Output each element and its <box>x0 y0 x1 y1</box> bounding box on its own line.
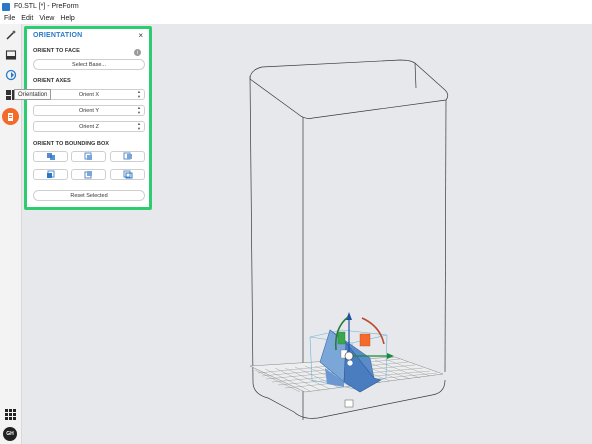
bbox-orient-button[interactable] <box>71 169 106 180</box>
stepper-arrows-icon[interactable]: ▲ ▼ <box>137 121 141 131</box>
print-alert-icon[interactable] <box>2 108 19 125</box>
panel-title: ORIENTATION <box>33 32 83 39</box>
cube-icon <box>84 171 92 179</box>
menu-view[interactable]: View <box>39 15 54 22</box>
bbox-orient-button[interactable] <box>33 169 68 180</box>
rotation-gizmo[interactable] <box>334 312 394 361</box>
orient-to-face-title: ORIENT TO FACE <box>33 48 80 54</box>
user-avatar[interactable]: GH <box>3 427 17 441</box>
orient-z-stepper[interactable]: Orient Z ▲ ▼ <box>33 121 145 132</box>
cube-icon <box>84 152 92 160</box>
menu-file[interactable]: File <box>4 15 15 22</box>
cube-icon <box>46 153 55 160</box>
orient-z-label: Orient Z <box>79 123 99 130</box>
menu-bar: File Edit View Help <box>0 13 592 24</box>
orient-x-label: Orient X <box>78 91 100 98</box>
bounding-box-title: ORIENT TO BOUNDING BOX <box>33 141 110 147</box>
bbox-orient-button[interactable] <box>33 151 68 162</box>
orientation-tooltip: Orientation <box>14 89 52 100</box>
orient-y-stepper[interactable]: Orient Y ▲ ▼ <box>33 105 145 116</box>
bbox-orient-button[interactable] <box>110 151 145 162</box>
cube-icon <box>123 152 132 160</box>
orient-axes-title: ORIENT AXES <box>33 78 71 84</box>
bbox-orient-button[interactable] <box>71 151 106 162</box>
orientation-panel: ORIENTATION × ORIENT TO FACE i Select Ba… <box>24 26 152 210</box>
close-icon[interactable]: × <box>138 31 143 40</box>
cube-icon <box>46 170 54 178</box>
stepper-arrows-icon[interactable]: ▲ ▼ <box>137 105 141 115</box>
title-bar: F0.STL [*] - PreForm <box>0 0 592 13</box>
menu-help[interactable]: Help <box>60 15 74 22</box>
job-setup-icon[interactable] <box>4 48 17 61</box>
apps-grid-icon[interactable] <box>4 408 17 421</box>
preform-app-icon <box>2 2 10 11</box>
left-toolbar: GH <box>0 24 22 444</box>
menu-edit[interactable]: Edit <box>21 15 33 22</box>
select-base-button[interactable]: Select Base... <box>33 59 145 70</box>
info-icon[interactable]: i <box>134 49 141 56</box>
window-title: F0.STL [*] - PreForm <box>14 3 79 10</box>
orientation-tool-icon[interactable] <box>4 68 17 81</box>
magic-wand-icon[interactable] <box>4 28 17 41</box>
orient-y-label: Orient Y <box>78 107 100 114</box>
cube-icon <box>123 170 132 179</box>
stepper-arrows-icon[interactable]: ▲ ▼ <box>137 89 141 99</box>
bbox-orient-button[interactable] <box>110 169 145 180</box>
reset-selected-button[interactable]: Reset Selected <box>33 190 145 201</box>
